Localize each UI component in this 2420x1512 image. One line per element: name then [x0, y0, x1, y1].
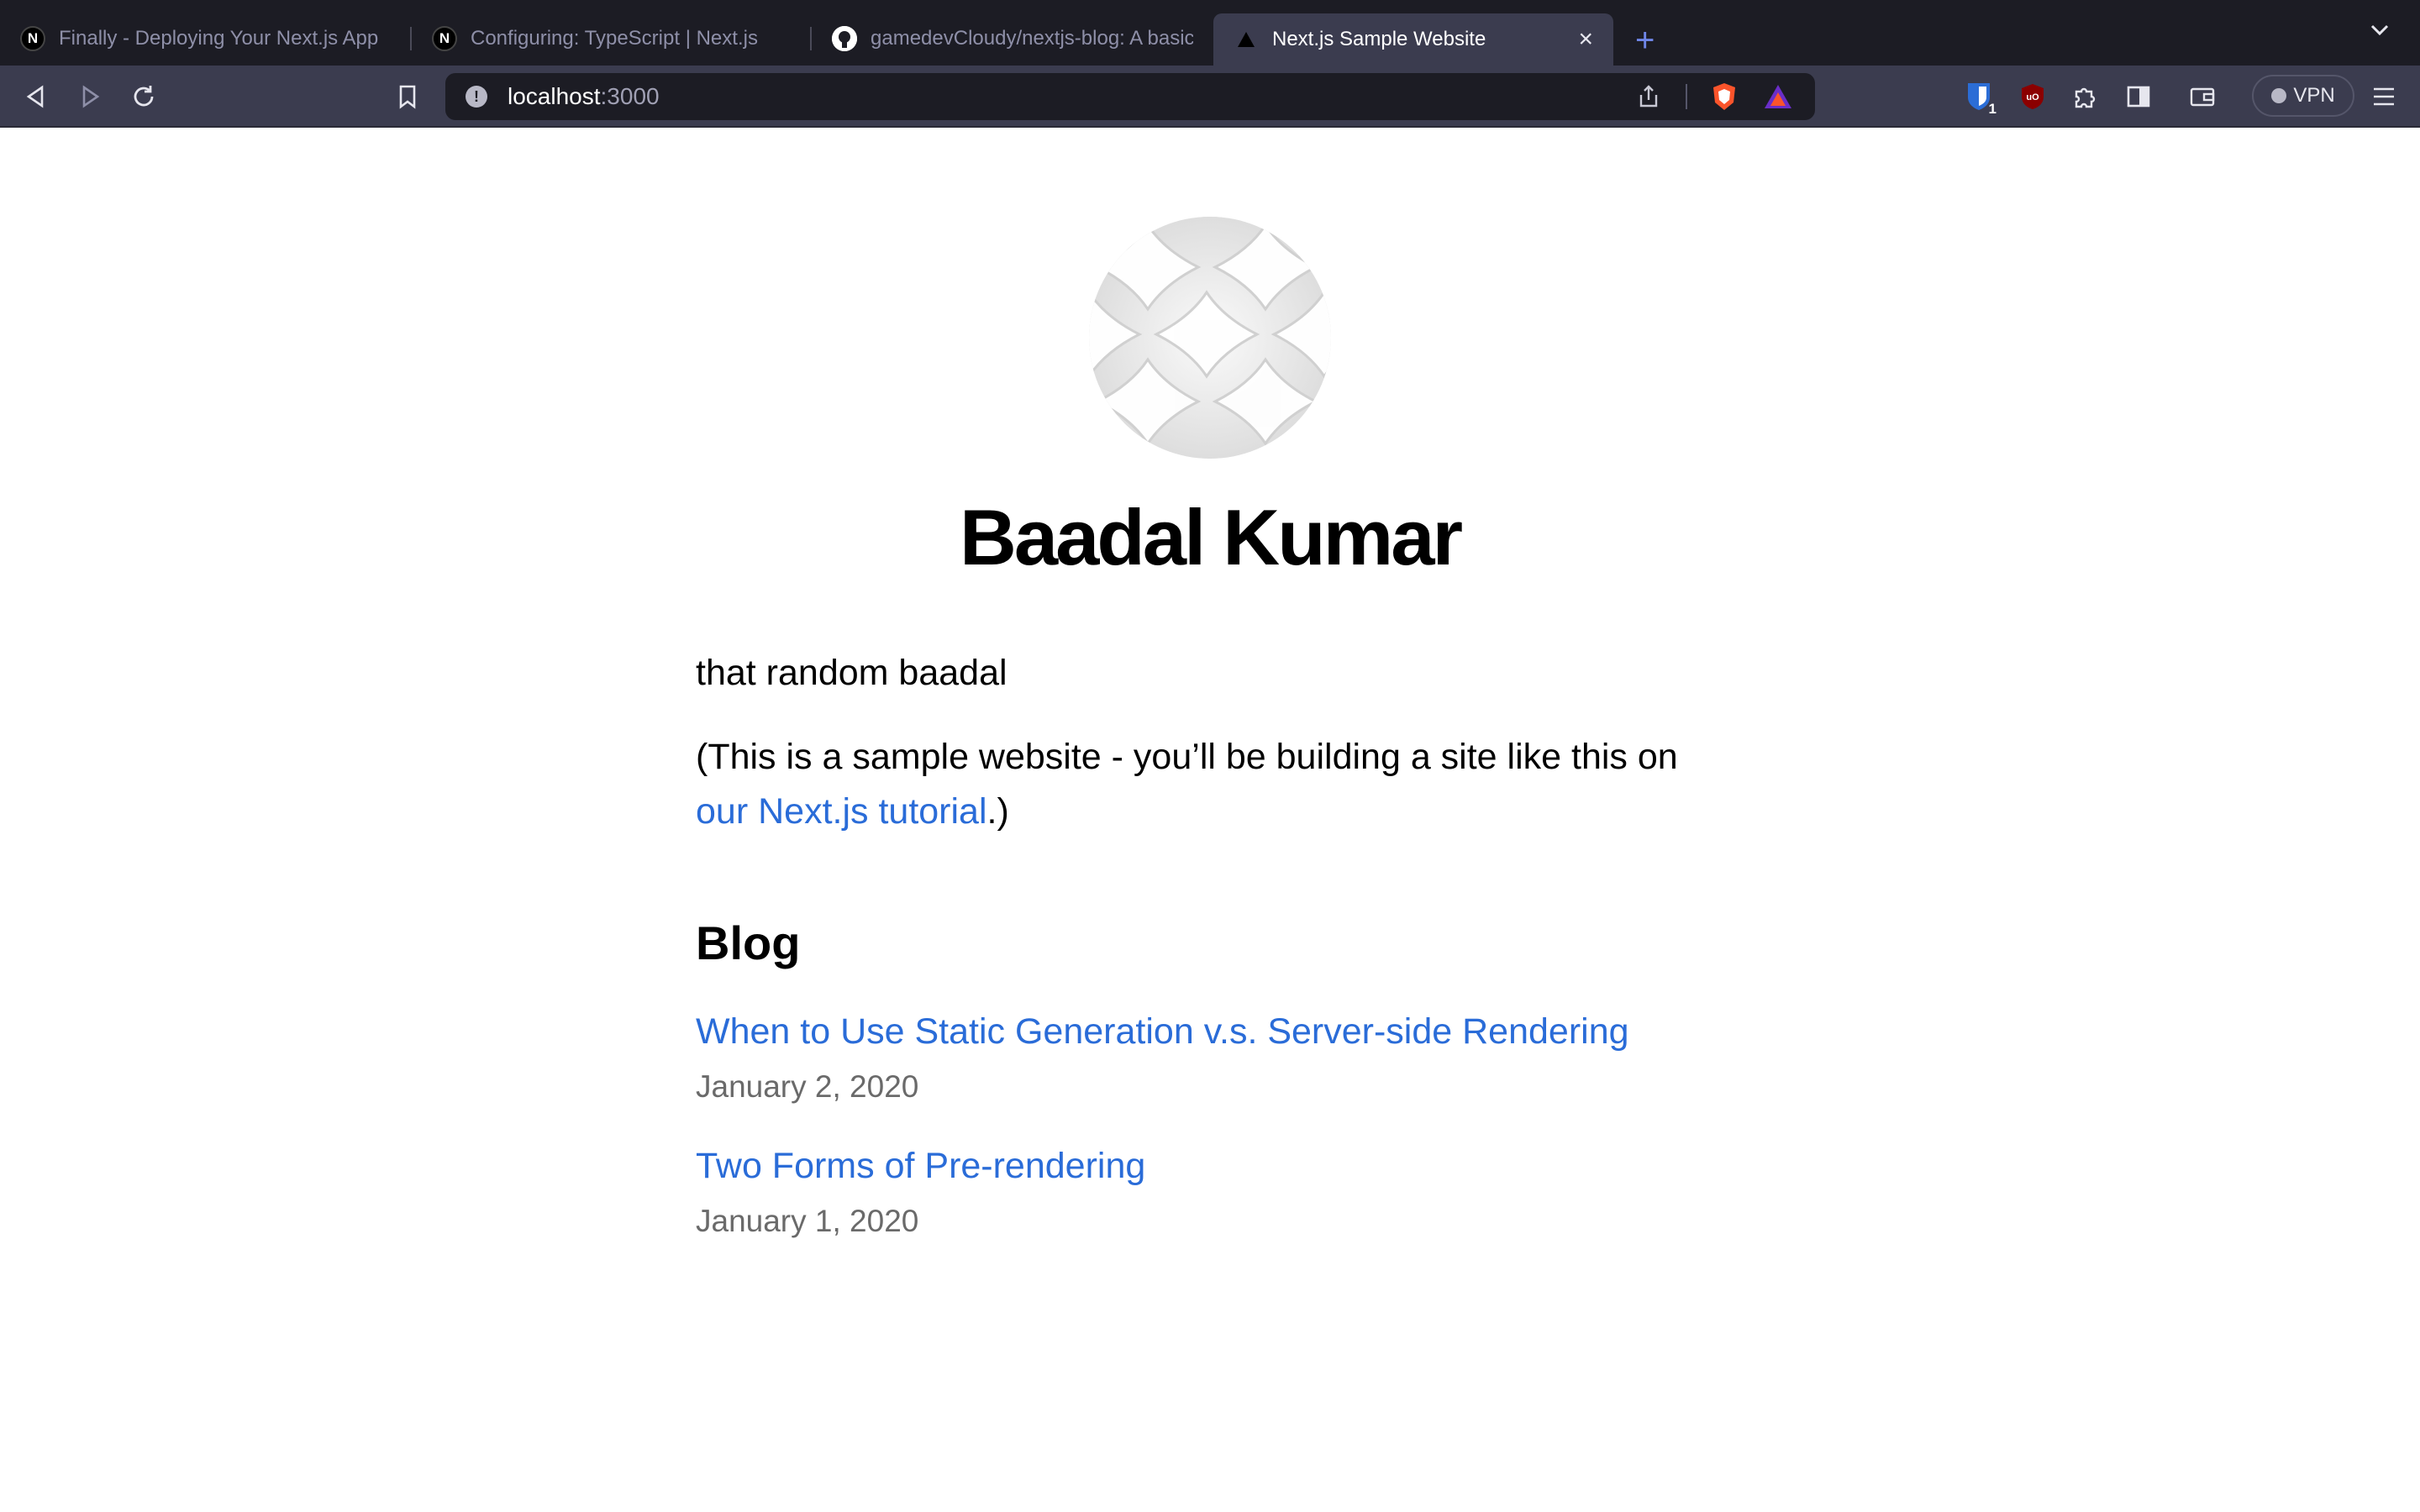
back-button[interactable]: [15, 76, 57, 118]
vpn-status-icon: [2271, 88, 2287, 103]
vpn-button[interactable]: VPN: [2252, 75, 2354, 117]
url-port: :3000: [600, 83, 660, 109]
sidebar-icon: [2127, 86, 2150, 108]
url-host: localhost: [508, 83, 601, 109]
divider: [1686, 84, 1687, 109]
blog-post-link[interactable]: Two Forms of Pre-rendering: [696, 1143, 1724, 1190]
reload-button[interactable]: [123, 76, 165, 118]
brave-rewards-icon[interactable]: [1761, 80, 1795, 113]
tab-title: Configuring: TypeScript | Next.js: [471, 27, 758, 50]
hamburger-menu-icon: [2374, 87, 2394, 106]
close-tab-icon[interactable]: ×: [1578, 25, 1593, 54]
tab-github-repo[interactable]: gamedevCloudy/nextjs-blog: A basic: [812, 13, 1213, 64]
svg-text:uO: uO: [2026, 92, 2039, 102]
new-tab-button[interactable]: +: [1613, 15, 1676, 66]
blog-post-date: January 1, 2020: [696, 1204, 919, 1239]
vercel-triangle-icon: [1234, 27, 1259, 52]
blog-post-item: Two Forms of Pre-rendering January 1, 20…: [696, 1143, 1724, 1239]
ublock-extension[interactable]: uO: [2012, 76, 2054, 118]
back-icon: [26, 85, 44, 108]
bitwarden-extension[interactable]: 1: [1958, 76, 2000, 118]
tab-strip: N Finally - Deploying Your Next.js App N…: [0, 0, 2420, 66]
tab-nextjs-sample-website[interactable]: Next.js Sample Website ×: [1213, 13, 1613, 66]
tab-title: Finally - Deploying Your Next.js App: [59, 27, 379, 50]
note-suffix: .): [986, 790, 1009, 832]
sidebar-button[interactable]: [2118, 76, 2160, 118]
profile-header: [696, 217, 1724, 459]
forward-button[interactable]: [69, 76, 111, 118]
blog-post-link[interactable]: When to Use Static Generation v.s. Serve…: [696, 1009, 1724, 1056]
blog-post-date: January 2, 2020: [696, 1069, 919, 1105]
bookmark-button[interactable]: [387, 76, 429, 118]
tab-typescript-nextjs[interactable]: N Configuring: TypeScript | Next.js: [412, 13, 812, 64]
main-menu-button[interactable]: [2363, 76, 2405, 118]
extension-badge: 1: [1988, 101, 1996, 117]
bookmark-icon: [399, 85, 416, 109]
note-text: (This is a sample website - you’ll be bu…: [696, 737, 1678, 778]
ublock-origin-icon: uO: [2022, 84, 2044, 109]
nextjs-tutorial-link[interactable]: our Next.js tutorial: [696, 791, 987, 832]
reload-icon: [134, 86, 154, 107]
forward-icon: [82, 85, 100, 108]
blog-heading: Blog: [696, 916, 801, 970]
github-icon: [832, 26, 857, 51]
brave-shields-icon[interactable]: [1707, 80, 1741, 113]
nextjs-icon: N: [432, 26, 457, 51]
nextjs-icon: N: [20, 26, 45, 51]
wallet-button[interactable]: [2181, 76, 2223, 118]
wallet-icon: [2190, 87, 2215, 107]
bio-text: that random baadal: [696, 652, 1007, 693]
puzzle-icon: [2075, 87, 2096, 108]
page-content: Baadal Kumar that random baadal (This is…: [696, 128, 1724, 1239]
share-icon[interactable]: [1632, 80, 1665, 113]
browser-toolbar: ! localhost:3000 1 uO VPN: [0, 66, 2420, 128]
chevron-down-icon[interactable]: [2368, 18, 2391, 49]
address-bar[interactable]: ! localhost:3000: [445, 73, 1815, 120]
site-info-icon[interactable]: !: [466, 86, 487, 108]
tab-deploying-nextjs[interactable]: N Finally - Deploying Your Next.js App: [0, 13, 412, 64]
sample-site-note: (This is a sample website - you’ll be bu…: [696, 730, 1724, 838]
page-title: Baadal Kumar: [959, 493, 1463, 581]
tab-title: gamedevCloudy/nextjs-blog: A basic: [871, 27, 1193, 50]
extensions-button[interactable]: [2064, 76, 2106, 118]
blog-post-item: When to Use Static Generation v.s. Serve…: [696, 1009, 1724, 1105]
vpn-label: VPN: [2293, 84, 2335, 107]
tab-title: Next.js Sample Website: [1272, 28, 1486, 50]
profile-avatar: [1089, 217, 1331, 459]
